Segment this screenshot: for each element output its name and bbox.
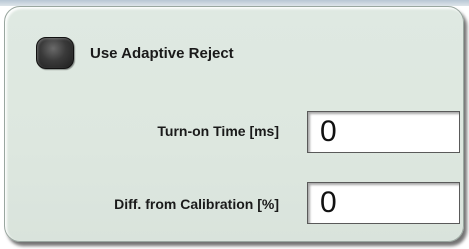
diff-from-calibration-label: Diff. from Calibration [%] [114,196,279,212]
turn-on-time-input[interactable] [307,111,460,153]
diff-from-calibration-input[interactable] [307,182,460,224]
adaptive-reject-panel: Use Adaptive Reject Turn-on Time [ms] Di… [4,6,464,242]
use-adaptive-reject-toggle[interactable]: Use Adaptive Reject [36,37,234,69]
adaptive-reject-label: Use Adaptive Reject [90,44,234,62]
adaptive-reject-checkbox[interactable] [36,37,74,69]
turn-on-time-label: Turn-on Time [ms] [157,123,279,139]
page: Use Adaptive Reject Turn-on Time [ms] Di… [0,0,469,249]
